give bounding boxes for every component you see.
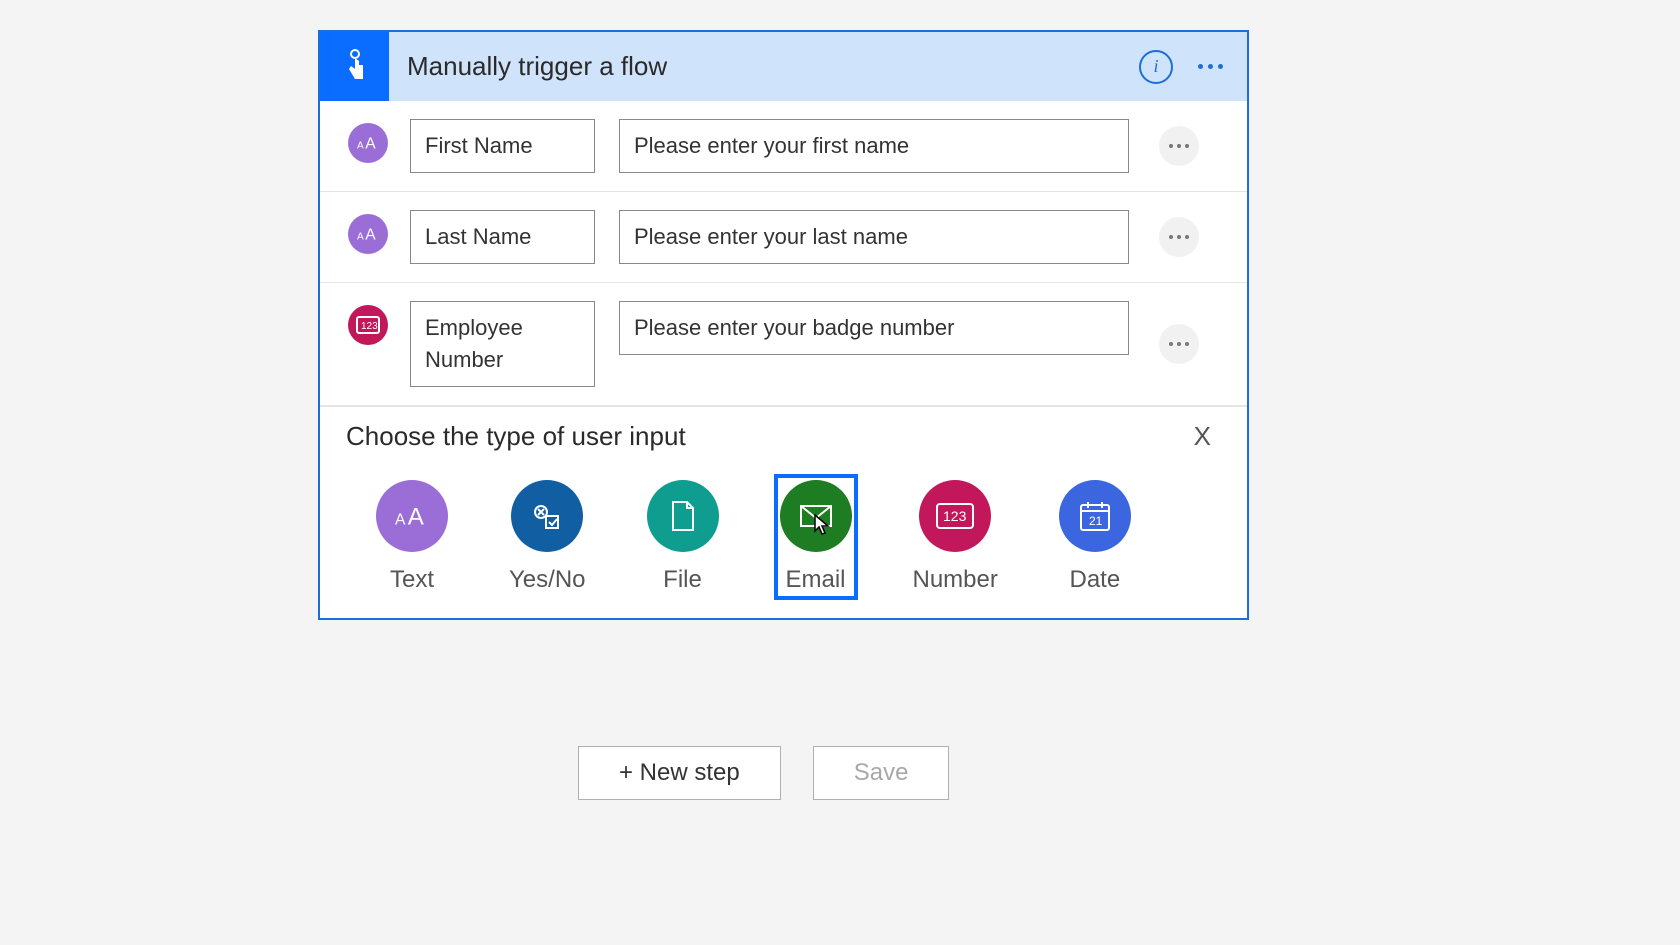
trigger-icon bbox=[320, 32, 389, 101]
input-hint-field[interactable]: Please enter your first name bbox=[619, 119, 1129, 173]
input-type-yesno[interactable]: Yes/No bbox=[503, 474, 592, 600]
input-type-date[interactable]: 21 Date bbox=[1053, 474, 1137, 600]
type-label: Number bbox=[913, 566, 998, 594]
svg-text:21: 21 bbox=[1089, 514, 1103, 528]
email-icon bbox=[780, 480, 852, 552]
save-button[interactable]: Save bbox=[813, 746, 950, 800]
input-label-field[interactable]: First Name bbox=[410, 119, 595, 173]
input-label-field[interactable]: Last Name bbox=[410, 210, 595, 264]
date-icon: 21 bbox=[1059, 480, 1131, 552]
info-icon[interactable]: i bbox=[1139, 50, 1173, 84]
type-list: AA Text Yes/No File bbox=[346, 474, 1221, 600]
new-step-button[interactable]: + New step bbox=[578, 746, 781, 800]
picker-close-button[interactable]: X bbox=[1184, 417, 1221, 456]
type-label: Date bbox=[1070, 566, 1121, 594]
input-more-button[interactable] bbox=[1159, 126, 1199, 166]
card-title: Manually trigger a flow bbox=[389, 51, 1139, 82]
number-type-icon: 123 bbox=[348, 305, 388, 345]
input-type-number[interactable]: 123 Number bbox=[907, 474, 1004, 600]
trigger-card: Manually trigger a flow i AA First Name … bbox=[318, 30, 1249, 620]
number-icon: 123 bbox=[919, 480, 991, 552]
input-type-picker: Choose the type of user input X AA Text … bbox=[320, 406, 1247, 618]
svg-text:A: A bbox=[395, 511, 406, 528]
svg-text:A: A bbox=[365, 226, 376, 243]
type-label: File bbox=[663, 566, 702, 594]
text-type-icon: AA bbox=[348, 214, 388, 254]
input-row: AA Last Name Please enter your last name bbox=[320, 192, 1247, 283]
input-hint-field[interactable]: Please enter your last name bbox=[619, 210, 1129, 264]
input-row: AA First Name Please enter your first na… bbox=[320, 101, 1247, 192]
type-label: Yes/No bbox=[509, 566, 586, 594]
input-hint-field[interactable]: Please enter your badge number bbox=[619, 301, 1129, 355]
cursor-icon bbox=[814, 514, 830, 536]
input-row: 123 Employee Number Please enter your ba… bbox=[320, 283, 1247, 406]
picker-title: Choose the type of user input bbox=[346, 421, 686, 452]
hand-tap-icon bbox=[335, 47, 375, 87]
input-label-field[interactable]: Employee Number bbox=[410, 301, 595, 387]
file-icon bbox=[647, 480, 719, 552]
text-type-icon: AA bbox=[348, 123, 388, 163]
svg-text:A: A bbox=[357, 231, 364, 242]
card-header: Manually trigger a flow i bbox=[320, 32, 1247, 101]
yesno-icon bbox=[511, 480, 583, 552]
svg-text:123: 123 bbox=[361, 321, 378, 332]
input-type-email[interactable]: Email bbox=[774, 474, 858, 600]
svg-text:123: 123 bbox=[943, 508, 967, 524]
footer-actions: + New step Save bbox=[578, 746, 949, 800]
input-type-text[interactable]: AA Text bbox=[370, 474, 454, 600]
svg-text:A: A bbox=[408, 503, 425, 530]
type-label: Email bbox=[785, 566, 845, 594]
text-icon: AA bbox=[376, 480, 448, 552]
input-more-button[interactable] bbox=[1159, 324, 1199, 364]
input-more-button[interactable] bbox=[1159, 217, 1199, 257]
card-more-button[interactable] bbox=[1185, 42, 1235, 92]
input-type-file[interactable]: File bbox=[641, 474, 725, 600]
type-label: Text bbox=[390, 566, 434, 594]
svg-text:A: A bbox=[365, 136, 376, 153]
svg-text:A: A bbox=[357, 141, 364, 152]
